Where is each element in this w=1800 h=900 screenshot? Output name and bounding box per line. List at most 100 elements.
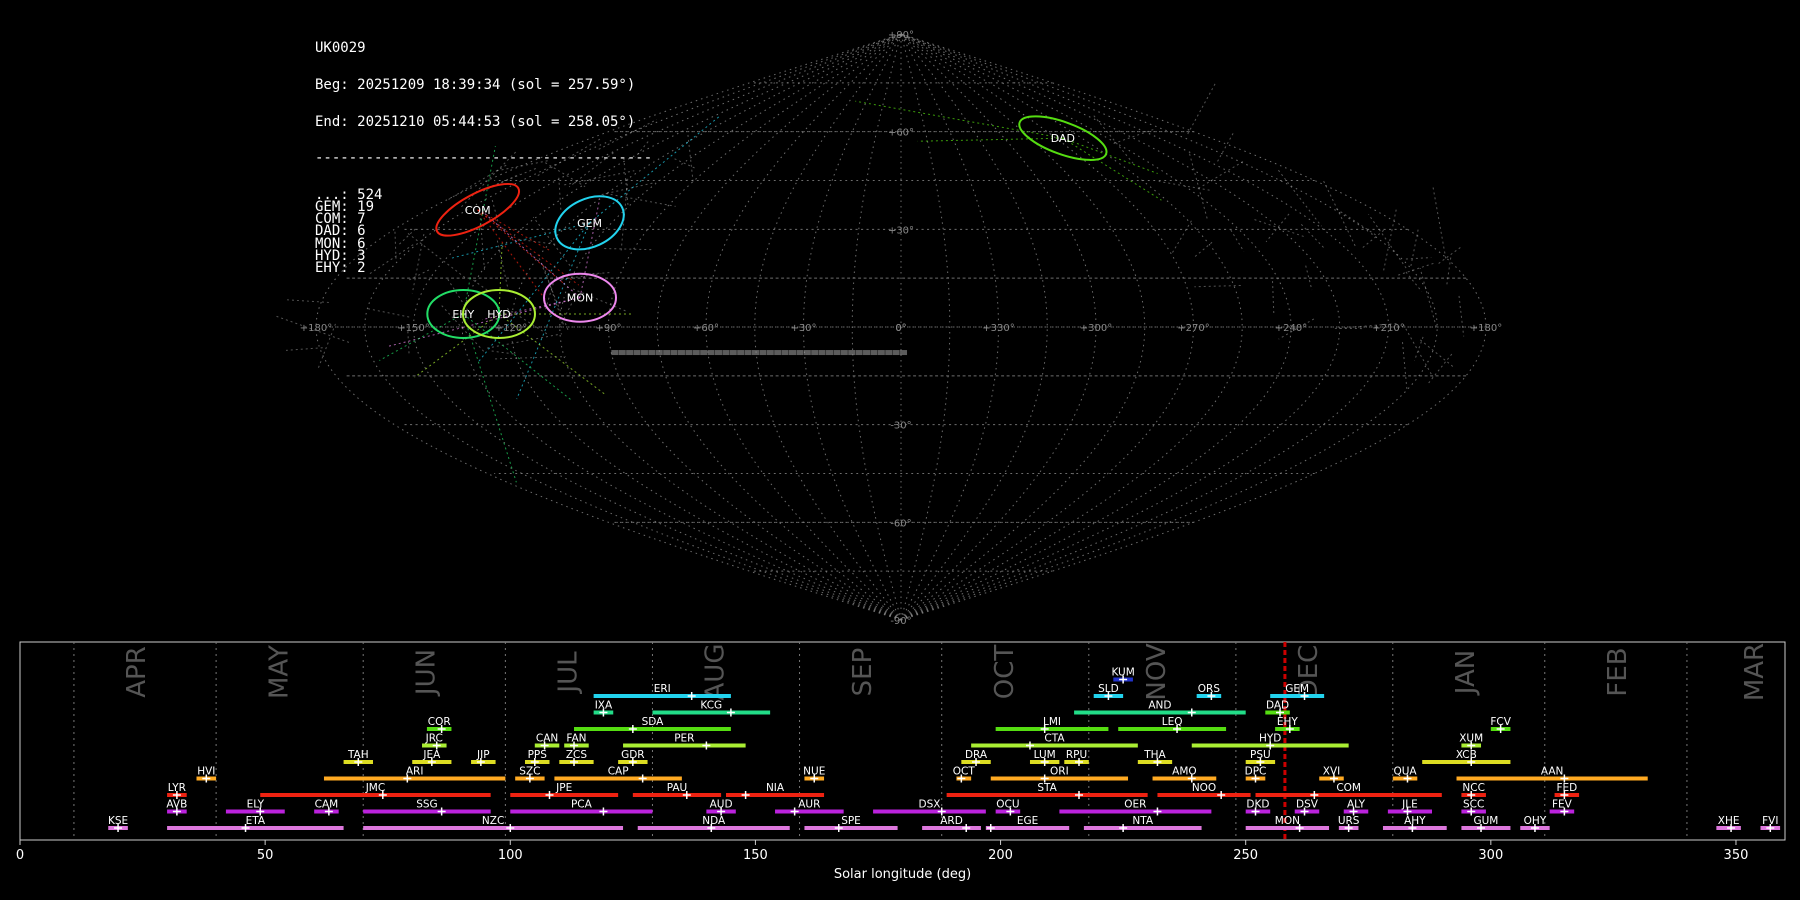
horizon-band (885, 350, 893, 356)
shower-code-eta: ETA (246, 815, 266, 827)
horizon-band (714, 350, 722, 356)
radiant-label-dad: DAD (1051, 132, 1075, 145)
shower-scc: SCC (1461, 799, 1486, 816)
shower-code-leq: LEQ (1162, 716, 1183, 728)
shower-cam: CAM (314, 799, 339, 816)
shower-code-pps: PPS (528, 749, 548, 761)
shower-code-fev: FEV (1552, 799, 1573, 811)
month-label-feb: FEB (1603, 647, 1633, 696)
shower-aly: ALY (1343, 799, 1369, 816)
horizon-band (685, 350, 693, 356)
sporadic-track (1188, 153, 1208, 219)
sporadic-track (461, 151, 517, 208)
shower-code-nda: NDA (702, 815, 726, 827)
shower-code-sda: SDA (642, 716, 665, 728)
x-tick-label: 150 (743, 848, 768, 863)
shower-code-urs: URS (1338, 815, 1360, 827)
horizon-band (892, 350, 900, 356)
sporadic-track (1254, 219, 1305, 238)
sporadic-track (1398, 262, 1435, 276)
longitude-tick-label: +330° (982, 323, 1014, 334)
shower-hvi: HVI (196, 766, 217, 783)
shower-code-nia: NIA (766, 782, 785, 794)
shower-code-nta: NTA (1132, 815, 1153, 827)
shower-code-fed: FED (1556, 782, 1577, 794)
shower-code-szc: SZC (519, 766, 540, 778)
shower-fvi: FVI (1760, 815, 1781, 832)
sporadic-track (1368, 214, 1407, 269)
shower-psu: PSU (1245, 749, 1276, 766)
sporadic-track (1405, 271, 1423, 292)
shower-code-jip: JIP (476, 749, 490, 761)
sporadic-track (486, 333, 563, 349)
month-label-may: MAY (264, 645, 294, 699)
latitude-tick-label: -30° (890, 421, 911, 432)
shower-code-rpu: RPU (1066, 749, 1087, 761)
shower-xvi: XVI (1319, 766, 1344, 783)
horizon-band (789, 350, 797, 356)
horizon-band (729, 350, 737, 356)
meteor-tracks (275, 82, 1465, 483)
shower-track-ehy (462, 146, 496, 315)
shower-code-fvi: FVI (1762, 815, 1778, 827)
sporadic-track (491, 350, 517, 355)
shower-code-kcg: KCG (700, 700, 722, 712)
sporadic-track (1278, 169, 1322, 227)
sporadic-track (1458, 295, 1465, 337)
shower-code-jmc: JMC (365, 782, 386, 794)
shower-avb: AVB (166, 799, 187, 816)
sporadic-track (411, 234, 425, 294)
horizon-band (655, 350, 663, 356)
shower-code-zcs: ZCS (566, 749, 588, 761)
shower-dra: DRA (961, 749, 991, 766)
horizon-band (640, 350, 648, 356)
shower-code-can: CAN (536, 733, 558, 745)
shower-track-gem (451, 222, 590, 259)
shower-code-per: PER (674, 733, 694, 745)
shower-code-hyd: HYD (1259, 733, 1281, 745)
shower-dpc: DPC (1245, 766, 1266, 783)
shower-code-ixa: IXA (595, 700, 613, 712)
month-label-apr: APR (122, 646, 152, 698)
sporadic-track (1362, 229, 1384, 249)
sporadic-track (1405, 257, 1432, 260)
month-label-mar: MAR (1740, 643, 1770, 701)
shower-code-qua: QUA (1393, 766, 1417, 778)
shower-code-cta: CTA (1044, 733, 1065, 745)
shower-code-hvi: HVI (197, 766, 215, 778)
horizon-band (833, 350, 841, 356)
shower-code-jrc: JRC (425, 733, 443, 745)
shower-code-aud: AUD (710, 799, 733, 811)
shower-szc: SZC (515, 766, 545, 783)
longitude-tick-label: +300° (1080, 323, 1112, 334)
shower-code-avb: AVB (166, 799, 187, 811)
sporadic-track (1401, 342, 1408, 392)
radiant-label-gem: GEM (577, 217, 602, 230)
shower-code-lyr: LYR (168, 782, 186, 794)
shower-code-sta: STA (1037, 782, 1057, 794)
sporadic-track (1402, 324, 1434, 378)
shower-code-dkd: DKD (1246, 799, 1269, 811)
sporadic-track (545, 162, 586, 188)
longitude-tick-label: +180° (1470, 323, 1502, 334)
x-tick-label: 250 (1233, 848, 1258, 863)
shower-ixa: IXA (593, 700, 614, 717)
horizon-band (633, 350, 641, 356)
shower-fan: FAN (564, 733, 589, 750)
horizon-band (803, 350, 811, 356)
horizon-band (618, 350, 626, 356)
longitude-tick-label: +150° (397, 323, 429, 334)
shower-kum: KUM (1111, 667, 1135, 684)
horizon-band (818, 350, 826, 356)
shower-code-ocu: OCU (996, 799, 1019, 811)
month-label-oct: OCT (990, 645, 1020, 700)
solar-longitude-axis: 0 50 100 150 200 250 300 350 Solar longitude (de… (16, 840, 1748, 882)
sporadic-track (604, 248, 652, 251)
shower-code-dra: DRA (965, 749, 988, 761)
shower-code-xvi: XVI (1323, 766, 1340, 778)
horizon-band (722, 350, 730, 356)
sporadic-track (496, 240, 510, 294)
shower-code-nzc: NZC (482, 815, 504, 827)
shower-code-pca: PCA (571, 799, 593, 811)
sporadic-track (358, 244, 361, 266)
